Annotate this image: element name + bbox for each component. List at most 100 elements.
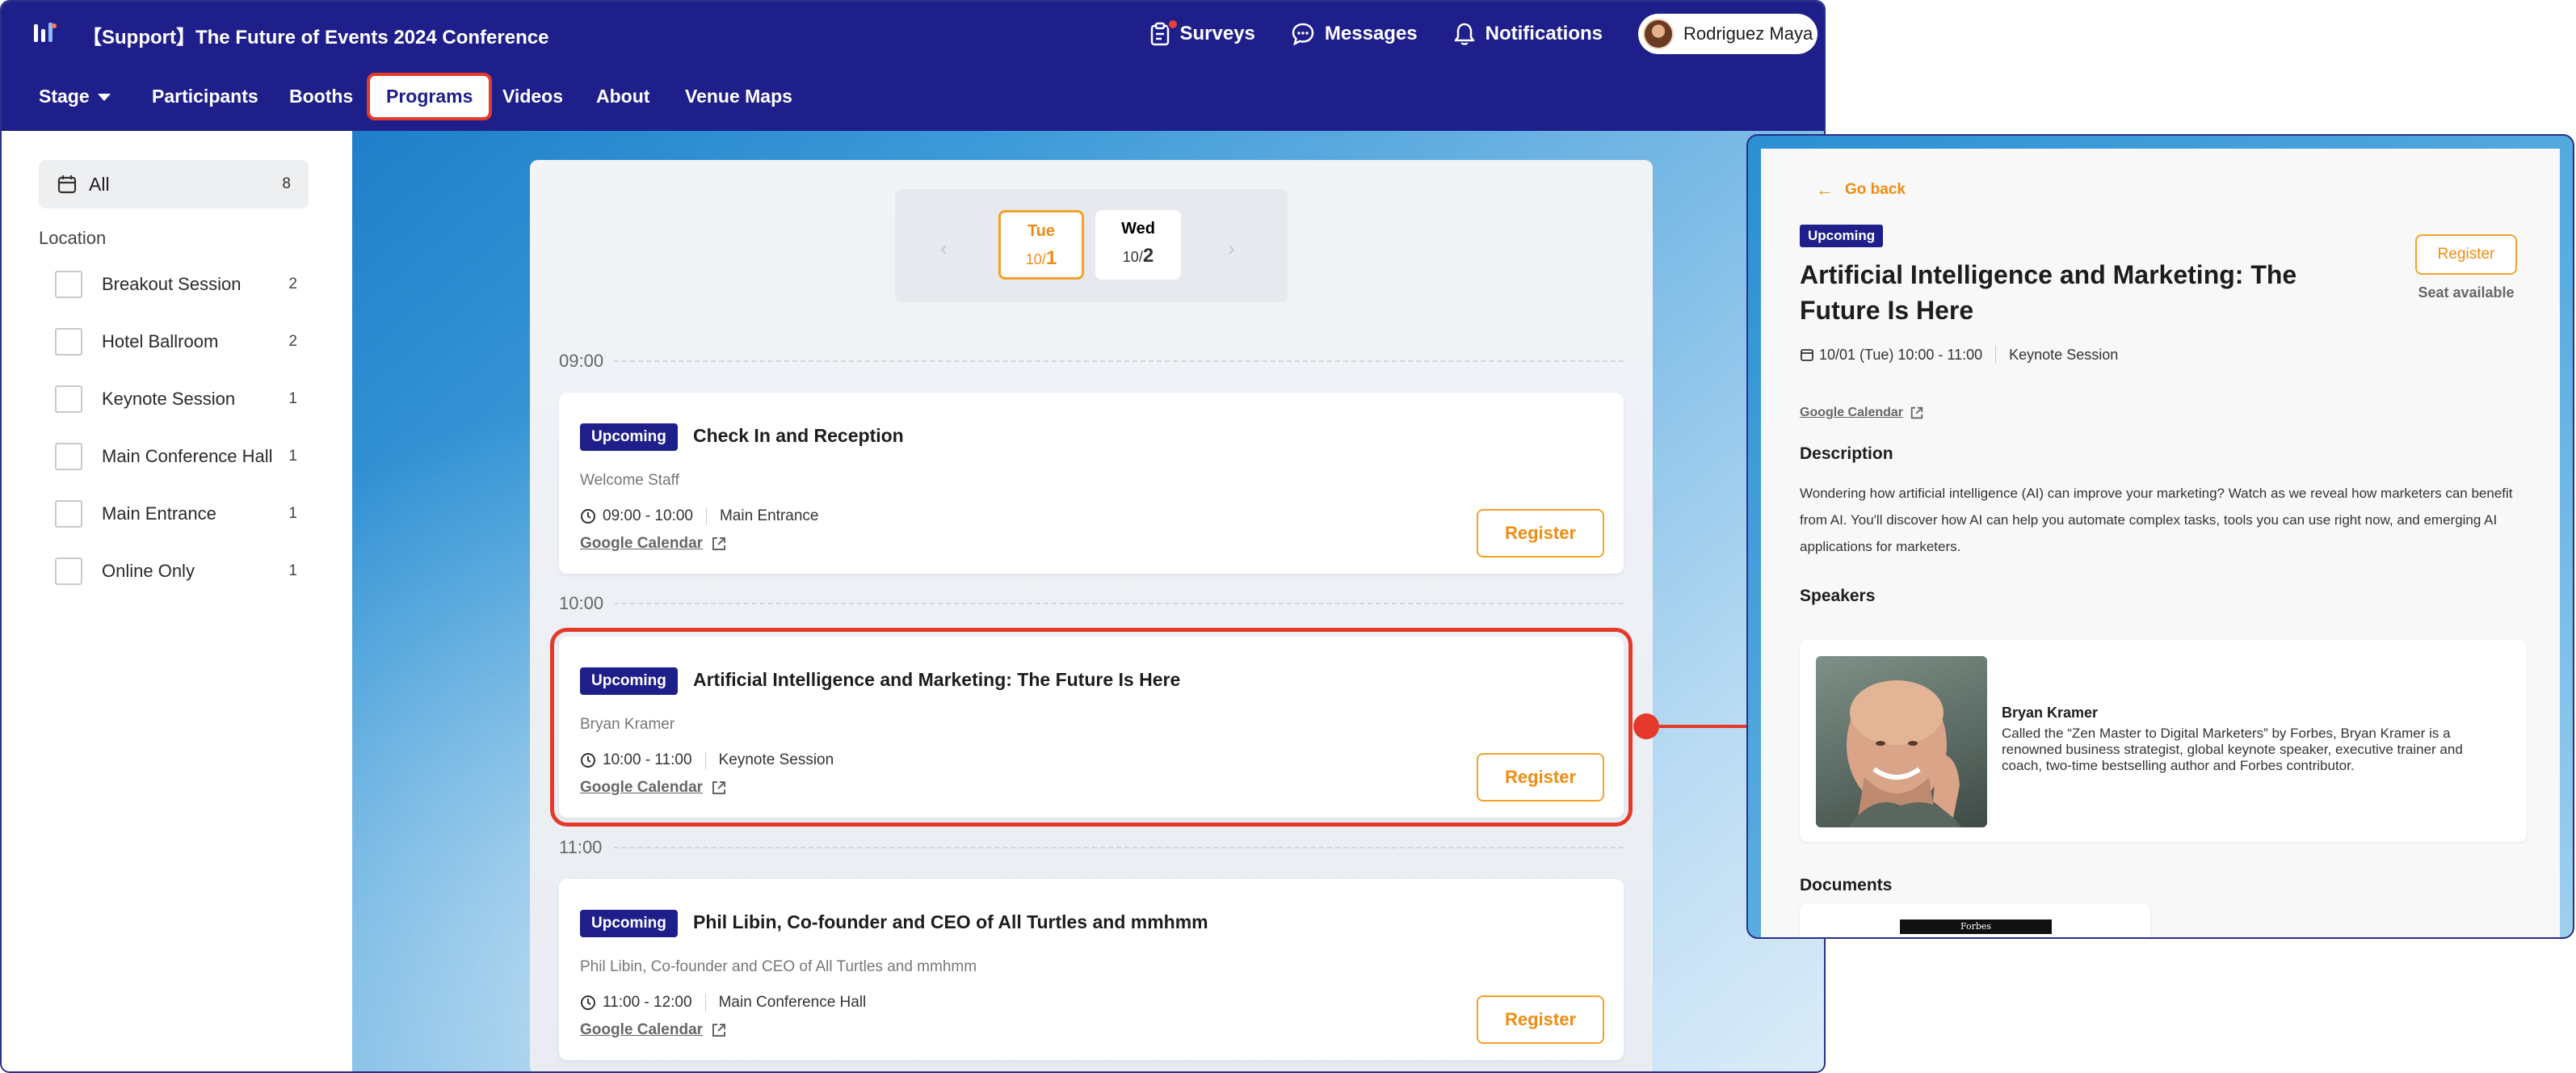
nav-about[interactable]: About xyxy=(596,86,649,107)
google-calendar-label: Google Calendar xyxy=(580,535,704,552)
location-filter-item[interactable]: Main Conference Hall 1 xyxy=(55,442,297,471)
session-title[interactable]: Phil Libin, Co-founder and CEO of All Tu… xyxy=(693,911,1208,933)
session-meta: 10:00 - 11:00 Keynote Session xyxy=(580,751,834,769)
event-title: 【Support】The Future of Events 2024 Confe… xyxy=(82,27,549,48)
date-number: 10/2 xyxy=(1095,245,1181,267)
speaker-portrait xyxy=(1847,680,1961,827)
calendar-icon xyxy=(1801,349,1813,361)
nav-videos[interactable]: Videos xyxy=(502,86,563,107)
nav-participants[interactable]: Participants xyxy=(152,86,258,107)
user-name: Rodriguez Maya xyxy=(1683,23,1813,44)
session-detail-window: ← Go back Upcoming Artificial Intelligen… xyxy=(1746,134,2574,939)
time-label: 11:00 xyxy=(559,837,603,857)
location-filter-item[interactable]: Hotel Ballroom 2 xyxy=(55,327,297,356)
caret-down-icon xyxy=(97,94,111,102)
session-time: 09:00 - 10:00 xyxy=(603,507,693,524)
go-back-link[interactable]: ← Go back xyxy=(1816,179,1906,200)
location-checkbox[interactable] xyxy=(55,443,82,470)
google-calendar-link[interactable]: Google Calendar xyxy=(580,779,727,797)
location-checkbox[interactable] xyxy=(55,500,82,528)
messages-label: Messages xyxy=(1324,23,1418,44)
location-filter-item[interactable]: Keynote Session 1 xyxy=(55,385,297,414)
session-card-highlighted[interactable]: Upcoming Artificial Intelligence and Mar… xyxy=(550,628,1633,827)
session-detail-page: ← Go back Upcoming Artificial Intelligen… xyxy=(1761,149,2560,937)
time-divider xyxy=(614,847,1624,848)
register-button[interactable]: Register xyxy=(1477,995,1604,1044)
chevron-right-icon[interactable]: › xyxy=(1228,236,1235,261)
survey-notification-dot xyxy=(1166,19,1179,30)
location-label: Breakout Session xyxy=(102,274,242,294)
date-value: 2 xyxy=(1142,245,1154,267)
session-speaker: Phil Libin, Co-founder and CEO of All Tu… xyxy=(580,958,977,975)
location-filter-item[interactable]: Online Only 1 xyxy=(55,557,297,586)
google-calendar-label: Google Calendar xyxy=(1800,406,1904,419)
nav-venue-maps[interactable]: Venue Maps xyxy=(685,86,792,107)
session-card[interactable]: Upcoming Check In and Reception Welcome … xyxy=(559,393,1624,574)
google-calendar-label: Google Calendar xyxy=(580,779,704,796)
bell-icon xyxy=(1454,23,1474,45)
session-speaker: Welcome Staff xyxy=(580,472,679,489)
filter-all[interactable]: All 8 xyxy=(39,160,309,208)
time-label: 09:00 xyxy=(559,351,604,371)
external-link-icon xyxy=(1910,406,1923,419)
chevron-left-icon[interactable]: ‹ xyxy=(940,236,948,261)
document-card[interactable]: Forbes xyxy=(1800,903,2150,937)
messages-button[interactable]: Messages xyxy=(1291,22,1418,46)
status-badge: Upcoming xyxy=(580,667,678,695)
location-checkbox[interactable] xyxy=(55,385,82,413)
location-label: Keynote Session xyxy=(102,389,236,409)
date-tab-wed[interactable]: Wed 10/2 xyxy=(1095,210,1181,280)
document-thumbnail: Forbes xyxy=(1900,919,2052,934)
status-badge: Upcoming xyxy=(1800,225,1884,247)
location-filter-item[interactable]: Breakout Session 2 xyxy=(55,270,297,299)
location-checkbox[interactable] xyxy=(55,271,82,298)
documents-heading: Documents xyxy=(1800,876,1893,894)
notifications-button[interactable]: Notifications xyxy=(1453,22,1603,46)
register-button[interactable]: Register xyxy=(1477,509,1604,558)
date-day: Tue xyxy=(1027,222,1056,240)
location-filter-item[interactable]: Main Entrance 1 xyxy=(55,499,297,528)
top-bar: 【Support】The Future of Events 2024 Confe… xyxy=(2,2,1824,66)
external-link-icon xyxy=(712,781,726,794)
session-title[interactable]: Artificial Intelligence and Marketing: T… xyxy=(693,669,1180,691)
user-menu[interactable]: Rodriguez Maya xyxy=(1638,14,1817,54)
clock-icon xyxy=(581,753,595,768)
session-card[interactable]: Upcoming Phil Libin, Co-founder and CEO … xyxy=(559,879,1624,1060)
location-label: Online Only xyxy=(102,561,195,581)
nav-programs[interactable]: Programs xyxy=(366,73,493,120)
register-button[interactable]: Register xyxy=(1477,753,1604,802)
session-time: 10:00 - 11:00 xyxy=(603,751,692,768)
location-count: 1 xyxy=(288,390,297,407)
nav-booths[interactable]: Booths xyxy=(289,86,353,107)
google-calendar-link[interactable]: Google Calendar xyxy=(1800,406,1924,420)
speaker-card[interactable]: Bryan Kramer Called the “Zen Master to D… xyxy=(1800,640,2527,842)
surveys-button[interactable]: Surveys xyxy=(1149,19,1255,46)
nav-stage[interactable]: Stage xyxy=(39,86,111,107)
date-tab-tue[interactable]: Tue 10/1 xyxy=(998,210,1084,280)
location-count: 1 xyxy=(288,562,297,579)
location-checkbox[interactable] xyxy=(55,558,82,585)
google-calendar-link[interactable]: Google Calendar xyxy=(580,535,727,553)
session-title[interactable]: Check In and Reception xyxy=(693,425,904,447)
connector-dot-left xyxy=(1633,713,1659,739)
status-badge: Upcoming xyxy=(580,423,678,451)
external-link-icon xyxy=(712,537,726,550)
clock-icon xyxy=(581,995,595,1010)
program-panel: ‹ Tue 10/1 Wed 10/2 › 09:00 Upcoming Che… xyxy=(530,160,1653,1071)
speakers-heading: Speakers xyxy=(1800,587,1876,605)
detail-location: Keynote Session xyxy=(2009,346,2119,363)
calendar-icon xyxy=(57,175,77,194)
filter-all-label: All xyxy=(89,173,110,195)
meta-divider xyxy=(704,751,706,769)
filter-sidebar: All 8 Location Breakout Session 2 Hotel … xyxy=(2,131,352,1071)
detail-register-button[interactable]: Register xyxy=(2415,234,2517,275)
location-checkbox[interactable] xyxy=(55,328,82,356)
app-logo-icon[interactable] xyxy=(31,19,58,47)
time-divider xyxy=(614,603,1624,604)
top-actions: Surveys Messages Notifications Rodriguez… xyxy=(1149,14,1817,54)
session-detail-title: Artificial Intelligence and Marketing: T… xyxy=(1800,260,2297,325)
session-meta: 11:00 - 12:00 Main Conference Hall xyxy=(580,994,866,1012)
google-calendar-link[interactable]: Google Calendar xyxy=(580,1021,727,1039)
location-label: Main Entrance xyxy=(102,503,216,524)
speaker-bio: Called the “Zen Master to Digital Market… xyxy=(2002,726,2463,773)
